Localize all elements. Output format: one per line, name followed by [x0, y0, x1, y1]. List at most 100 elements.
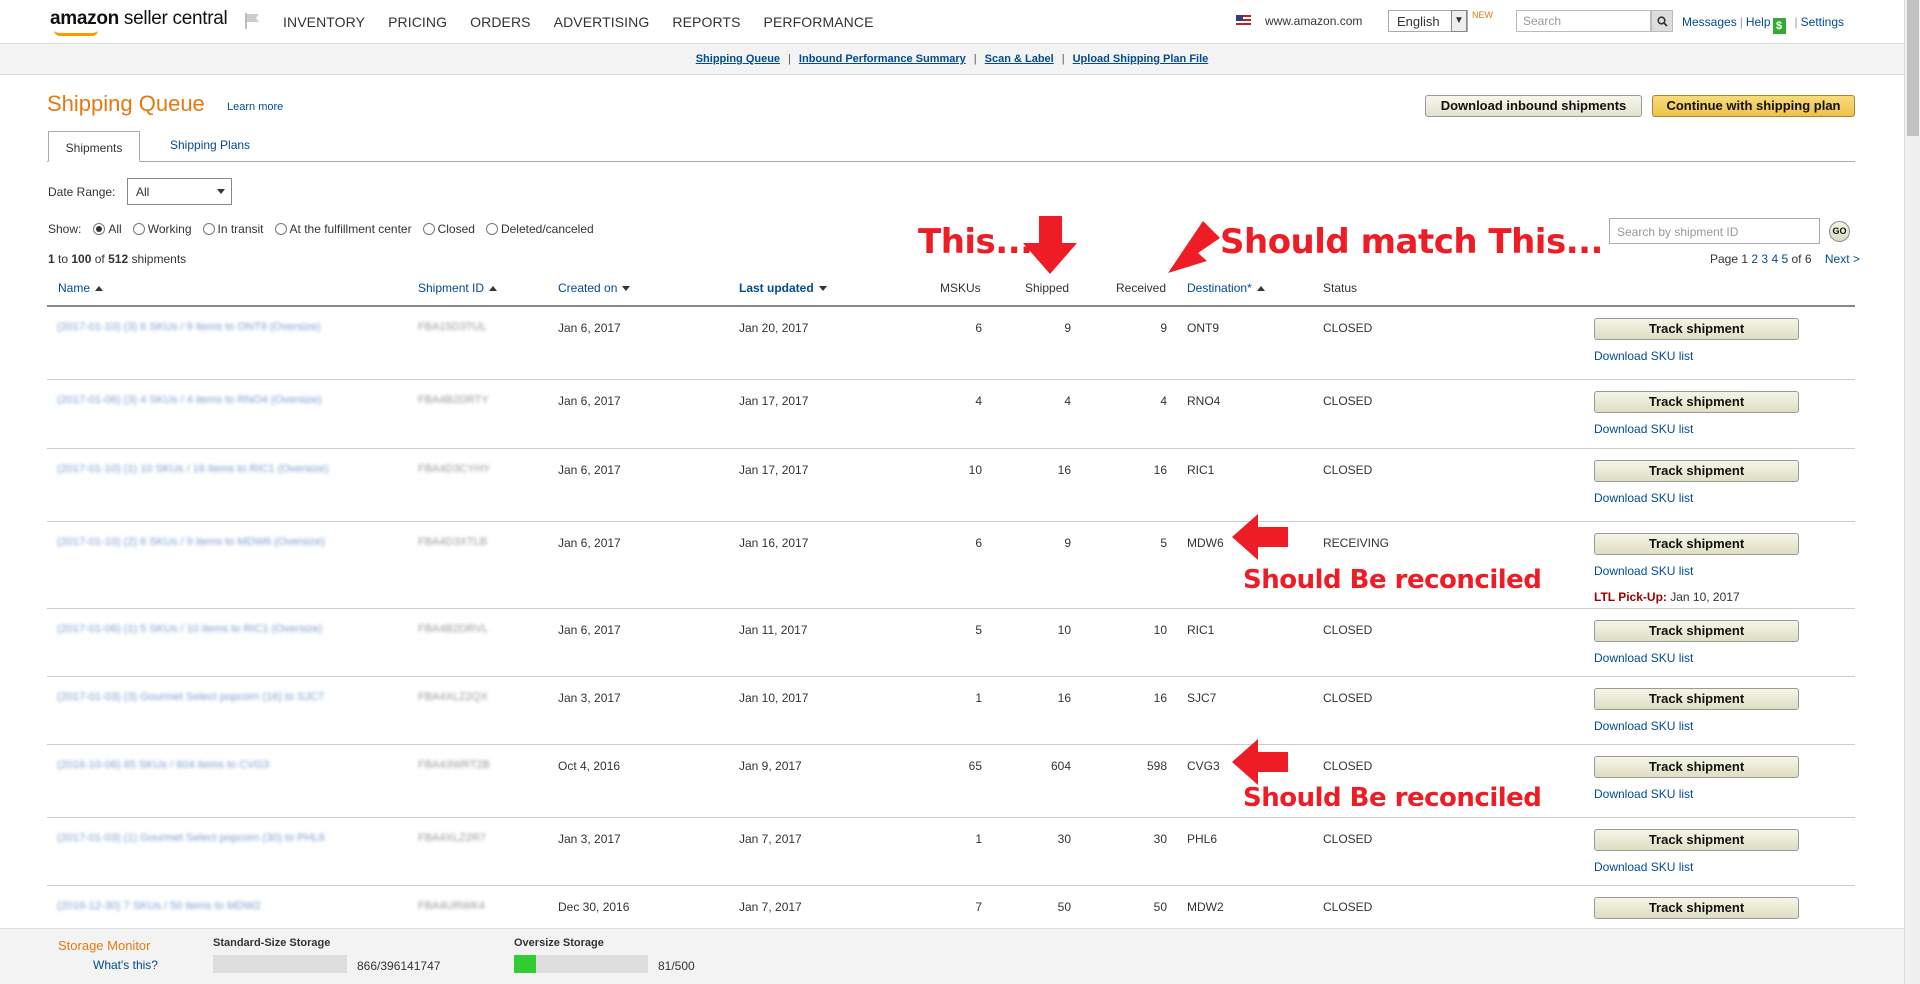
go-button[interactable]: GO: [1829, 221, 1850, 242]
search-input[interactable]: Search: [1516, 10, 1651, 32]
subnav-shipping-queue[interactable]: Shipping Queue: [696, 53, 780, 65]
annotation-should-match: Should match This...: [1220, 222, 1603, 262]
continue-shipping-plan-button[interactable]: Continue with shipping plan: [1652, 95, 1855, 117]
col-name[interactable]: Name: [58, 281, 103, 295]
col-created-on[interactable]: Created on: [558, 281, 630, 295]
shipment-id-search-input[interactable]: Search by shipment ID: [1609, 218, 1820, 244]
shipped-count: 9: [1064, 321, 1071, 335]
download-sku-list-link[interactable]: Download SKU list: [1594, 651, 1693, 665]
help-link[interactable]: Help: [1746, 15, 1771, 29]
table-row: (2017-01-03) (1) Gourmet Select popcorn …: [47, 818, 1855, 886]
oversize-storage-value: 81/500: [658, 959, 695, 973]
download-inbound-shipments-button[interactable]: Download inbound shipments: [1425, 95, 1642, 117]
oversize-storage-label: Oversize Storage: [514, 937, 604, 949]
status-text: CLOSED: [1323, 321, 1373, 335]
radio-working[interactable]: Working: [132, 222, 192, 236]
oversize-storage-fill: [514, 955, 536, 973]
whats-this-link[interactable]: What's this?: [93, 958, 158, 972]
subnav-inbound-performance[interactable]: Inbound Performance Summary: [799, 53, 966, 65]
shipment-id: FBA4B2DRVL: [418, 623, 489, 635]
download-sku-list-link[interactable]: Download SKU list: [1594, 491, 1693, 505]
nav-inventory[interactable]: INVENTORY: [283, 14, 365, 30]
msku-count: 1: [975, 691, 982, 705]
shipment-id: FBA4D3XTLB: [418, 536, 488, 548]
scrollbar-thumb[interactable]: [1907, 0, 1919, 136]
track-shipment-button[interactable]: Track shipment: [1594, 318, 1799, 340]
download-sku-list-link[interactable]: Download SKU list: [1594, 860, 1693, 874]
shipment-name-link[interactable]: (2017-01-06) (3) 4 SKUs / 4 items to RNO…: [57, 394, 322, 406]
track-shipment-button[interactable]: Track shipment: [1594, 897, 1799, 919]
nav-orders[interactable]: ORDERS: [470, 14, 531, 30]
shipment-name-link[interactable]: (2017-01-06) (1) 5 SKUs / 10 items to RI…: [57, 623, 322, 635]
tab-shipments[interactable]: Shipments: [48, 131, 140, 162]
date-range-select[interactable]: All: [127, 178, 232, 205]
radio-closed[interactable]: Closed: [422, 222, 475, 236]
sub-navigation: Shipping Queue | Inbound Performance Summa…: [0, 44, 1904, 75]
radio-in-transit[interactable]: In transit: [202, 222, 264, 236]
track-shipment-button[interactable]: Track shipment: [1594, 620, 1799, 642]
annotation-reconcile-2: Should Be reconciled: [1243, 783, 1542, 813]
page-4-link[interactable]: 4: [1771, 252, 1778, 266]
radio-icon: [274, 223, 287, 235]
download-sku-list-link[interactable]: Download SKU list: [1594, 719, 1693, 733]
top-navigation: amazon seller central INVENTORY PRICING …: [0, 0, 1904, 44]
subnav-scan-label[interactable]: Scan & Label: [985, 53, 1054, 65]
shipment-name-link[interactable]: (2017-01-10) (3) 6 SKUs / 9 items to ONT…: [57, 321, 320, 333]
download-sku-list-link[interactable]: Download SKU list: [1594, 564, 1693, 578]
radio-all[interactable]: All: [93, 222, 122, 236]
dollar-icon[interactable]: $: [1772, 18, 1786, 34]
page-2-link[interactable]: 2: [1751, 252, 1758, 266]
standard-storage-label: Standard-Size Storage: [213, 937, 331, 949]
nav-advertising[interactable]: ADVERTISING: [554, 14, 650, 30]
track-shipment-button[interactable]: Track shipment: [1594, 829, 1799, 851]
table-row: (2017-01-10) (1) 10 SKUs / 16 items to R…: [47, 449, 1855, 522]
shipment-name-link[interactable]: (2017-01-10) (1) 10 SKUs / 16 items to R…: [57, 463, 328, 475]
shipment-name-link[interactable]: (2017-01-03) (1) Gourmet Select popcorn …: [57, 832, 325, 844]
learn-more-link[interactable]: Learn more: [227, 101, 283, 113]
language-select[interactable]: English ▼: [1388, 10, 1468, 32]
destination: MDW2: [1187, 900, 1224, 914]
tab-shipping-plans[interactable]: Shipping Plans: [170, 138, 250, 152]
flag-icon[interactable]: [243, 12, 261, 30]
col-last-updated[interactable]: Last updated: [739, 281, 827, 295]
col-received: Received: [1116, 281, 1167, 295]
updated-date: Jan 7, 2017: [739, 900, 802, 914]
page-scrollbar[interactable]: [1904, 0, 1920, 984]
next-page-link[interactable]: Next >: [1825, 252, 1860, 266]
search-button[interactable]: [1651, 10, 1673, 32]
created-date: Oct 4, 2016: [558, 759, 621, 773]
created-date: Dec 30, 2016: [558, 900, 630, 914]
tab-divider: [47, 161, 1855, 162]
track-shipment-button[interactable]: Track shipment: [1594, 460, 1799, 482]
page-3-link[interactable]: 3: [1761, 252, 1768, 266]
nav-pricing[interactable]: PRICING: [388, 14, 447, 30]
col-destination[interactable]: Destination*: [1187, 281, 1265, 295]
table-row: (2017-01-06) (1) 5 SKUs / 10 items to RI…: [47, 609, 1855, 677]
received-count: 10: [1153, 623, 1167, 637]
us-flag-icon: [1236, 15, 1251, 25]
download-sku-list-link[interactable]: Download SKU list: [1594, 349, 1693, 363]
ltl-pickup: LTL Pick-Up: Jan 10, 2017: [1594, 590, 1740, 604]
messages-link[interactable]: Messages: [1682, 15, 1737, 29]
nav-reports[interactable]: REPORTS: [672, 14, 740, 30]
nav-performance[interactable]: PERFORMANCE: [764, 14, 874, 30]
track-shipment-button[interactable]: Track shipment: [1594, 533, 1799, 555]
amazon-seller-central-logo[interactable]: amazon seller central: [50, 8, 228, 36]
shipment-name-link[interactable]: (2017-01-03) (3) Gourmet Select popcorn …: [57, 691, 324, 703]
download-sku-list-link[interactable]: Download SKU list: [1594, 787, 1693, 801]
shipment-name-link[interactable]: (2017-01-10) (2) 6 SKUs / 9 items to MDW…: [57, 536, 325, 548]
subnav-upload-plan[interactable]: Upload Shipping Plan File: [1073, 53, 1209, 65]
col-shipment-id[interactable]: Shipment ID: [418, 281, 497, 295]
download-sku-list-link[interactable]: Download SKU list: [1594, 422, 1693, 436]
track-shipment-button[interactable]: Track shipment: [1594, 688, 1799, 710]
shipment-name-link[interactable]: (2016-10-06) 65 SKUs / 604 items to CVG3: [57, 759, 269, 771]
radio-deleted-canceled[interactable]: Deleted/canceled: [485, 222, 594, 236]
shipment-id: FBA4XLZ2QX: [418, 691, 488, 703]
settings-link[interactable]: Settings: [1801, 15, 1844, 29]
table-row: (2016-10-06) 65 SKUs / 604 items to CVG3…: [47, 745, 1855, 818]
shipment-name-link[interactable]: (2016-12-30) 7 SKUs / 50 items to MDW2: [57, 900, 261, 912]
track-shipment-button[interactable]: Track shipment: [1594, 756, 1799, 778]
marketplace-link[interactable]: www.amazon.com: [1265, 14, 1362, 28]
radio-at-fulfillment-center[interactable]: At the fulfillment center: [274, 222, 412, 236]
track-shipment-button[interactable]: Track shipment: [1594, 391, 1799, 413]
